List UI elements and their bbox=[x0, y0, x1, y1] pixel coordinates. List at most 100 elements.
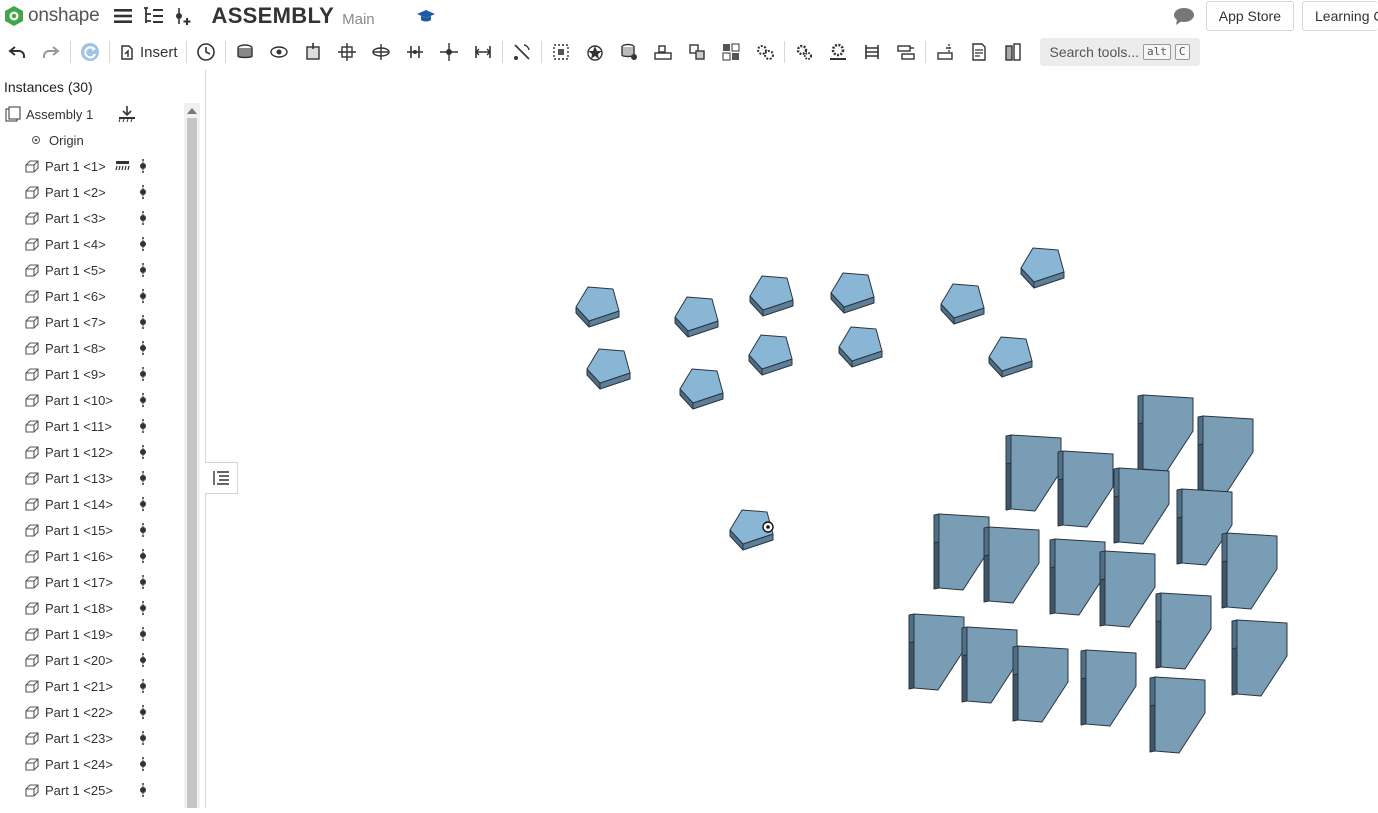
part-side-face[interactable] bbox=[1137, 422, 1144, 471]
mate-indicator-icon[interactable] bbox=[138, 470, 148, 486]
part-side-face[interactable] bbox=[1231, 619, 1238, 650]
part-face[interactable] bbox=[1062, 450, 1114, 528]
part-side-face[interactable] bbox=[908, 613, 915, 644]
part-side-face[interactable] bbox=[1012, 645, 1019, 676]
tree-item-part[interactable]: Part 1 <15> bbox=[24, 517, 208, 543]
mate-indicator-icon[interactable] bbox=[138, 574, 148, 590]
part-side-face[interactable] bbox=[1099, 550, 1106, 581]
linear-relation-icon[interactable] bbox=[889, 35, 923, 69]
part-side-face[interactable] bbox=[1149, 676, 1156, 707]
mate-indicator-icon[interactable] bbox=[138, 158, 148, 174]
scroll-up-arrow-icon[interactable] bbox=[186, 106, 198, 116]
tree-item-part[interactable]: Part 1 <17> bbox=[24, 569, 208, 595]
tree-item-part[interactable]: Part 1 <8> bbox=[24, 335, 208, 361]
tree-item-part[interactable]: Part 1 <3> bbox=[24, 205, 208, 231]
part-side-face[interactable] bbox=[1221, 532, 1228, 563]
part-side-face[interactable] bbox=[908, 641, 915, 690]
part-side-face[interactable] bbox=[1231, 647, 1238, 696]
part-face[interactable] bbox=[1154, 676, 1206, 754]
app-store-button[interactable]: App Store bbox=[1205, 1, 1294, 31]
graphics-viewport[interactable] bbox=[207, 70, 1378, 808]
document-branch[interactable]: Main bbox=[342, 11, 375, 28]
tree-item-part[interactable]: Part 1 <14> bbox=[24, 491, 208, 517]
mate-indicator-icon[interactable] bbox=[138, 210, 148, 226]
part-face[interactable] bbox=[1054, 538, 1106, 616]
mate-indicator-icon[interactable] bbox=[138, 236, 148, 252]
learning-cap-icon[interactable] bbox=[415, 5, 437, 27]
tree-item-part[interactable]: Part 1 <1> bbox=[24, 153, 208, 179]
part-face[interactable] bbox=[1236, 619, 1288, 697]
tree-item-part[interactable]: Part 1 <25> bbox=[24, 777, 208, 803]
tree-item-part[interactable]: Part 1 <18> bbox=[24, 595, 208, 621]
part-face[interactable] bbox=[938, 513, 990, 591]
part-face[interactable] bbox=[988, 526, 1040, 604]
part-side-face[interactable] bbox=[1113, 467, 1120, 498]
insert-into-assembly-icon[interactable] bbox=[118, 105, 136, 123]
circular-pattern-icon[interactable] bbox=[680, 35, 714, 69]
part-side-face[interactable] bbox=[961, 654, 968, 703]
mate-indicator-icon[interactable] bbox=[138, 522, 148, 538]
slider-mate-icon[interactable] bbox=[296, 35, 330, 69]
gear-relation-icon[interactable] bbox=[748, 35, 782, 69]
tree-item-part[interactable]: Part 1 <9> bbox=[24, 361, 208, 387]
mate-indicator-icon[interactable] bbox=[138, 600, 148, 616]
redo-icon[interactable] bbox=[34, 35, 68, 69]
mate-indicator-icon[interactable] bbox=[138, 782, 148, 798]
tree-item-part[interactable]: Part 1 <7> bbox=[24, 309, 208, 335]
cylindrical-mate-icon[interactable] bbox=[364, 35, 398, 69]
part-side-face[interactable] bbox=[933, 513, 940, 544]
part-face[interactable] bbox=[1104, 550, 1156, 628]
explode-view-icon[interactable] bbox=[714, 35, 748, 69]
mate-indicator-icon[interactable] bbox=[138, 652, 148, 668]
tree-item-part[interactable]: Part 1 <21> bbox=[24, 673, 208, 699]
mate-connector-icon[interactable] bbox=[578, 35, 612, 69]
mate-indicator-icon[interactable] bbox=[138, 626, 148, 642]
part-side-face[interactable] bbox=[1057, 450, 1064, 481]
part-face[interactable] bbox=[1202, 415, 1254, 493]
group-icon[interactable] bbox=[544, 35, 578, 69]
tree-item-part[interactable]: Part 1 <24> bbox=[24, 751, 208, 777]
parallel-mate-icon[interactable] bbox=[466, 35, 500, 69]
tree-item-part[interactable]: Part 1 <22> bbox=[24, 699, 208, 725]
search-tools-input[interactable]: Search tools... alt C bbox=[1039, 38, 1200, 66]
part-side-face[interactable] bbox=[1176, 488, 1183, 519]
onshape-logo[interactable]: onshape bbox=[4, 5, 100, 27]
tree-item-part[interactable]: Part 1 <2> bbox=[24, 179, 208, 205]
part-face[interactable] bbox=[966, 626, 1018, 704]
mate-indicator-icon[interactable] bbox=[138, 392, 148, 408]
chat-icon[interactable] bbox=[1172, 4, 1196, 28]
part-face[interactable] bbox=[1160, 592, 1212, 670]
mate-indicator-icon[interactable] bbox=[138, 548, 148, 564]
assembly-scene[interactable] bbox=[207, 70, 1378, 808]
tree-item-part[interactable]: Part 1 <19> bbox=[24, 621, 208, 647]
part-side-face[interactable] bbox=[1149, 704, 1156, 753]
tree-item-part[interactable]: Part 1 <10> bbox=[24, 387, 208, 413]
tree-item-part[interactable]: Part 1 <23> bbox=[24, 725, 208, 751]
screw-relation-icon[interactable] bbox=[855, 35, 889, 69]
part-face[interactable] bbox=[1085, 649, 1137, 727]
part-side-face[interactable] bbox=[983, 554, 990, 603]
mate-indicator-icon[interactable] bbox=[138, 366, 148, 382]
tree-item-part[interactable]: Part 1 <4> bbox=[24, 231, 208, 257]
tree-item-part[interactable]: Part 1 <13> bbox=[24, 465, 208, 491]
part-side-face[interactable] bbox=[1197, 415, 1204, 446]
tree-item-part[interactable]: Part 1 <20> bbox=[24, 647, 208, 673]
part-side-face[interactable] bbox=[983, 526, 990, 557]
tree-item-assembly[interactable]: Assembly 1 bbox=[5, 101, 189, 127]
variable-icon[interactable] bbox=[172, 5, 194, 27]
part-side-face[interactable] bbox=[961, 626, 968, 657]
menu-icon[interactable] bbox=[112, 5, 134, 27]
part-face[interactable] bbox=[1226, 532, 1278, 610]
part-side-face[interactable] bbox=[1137, 394, 1144, 425]
mate-indicator-icon[interactable] bbox=[138, 730, 148, 746]
ball-mate-icon[interactable] bbox=[432, 35, 466, 69]
part-side-face[interactable] bbox=[1176, 516, 1183, 565]
mate-indicator-icon[interactable] bbox=[138, 418, 148, 434]
rack-pinion-icon[interactable] bbox=[821, 35, 855, 69]
mate-indicator-icon[interactable] bbox=[138, 288, 148, 304]
tree-item-part[interactable]: Part 1 <11> bbox=[24, 413, 208, 439]
replicate-icon[interactable] bbox=[612, 35, 646, 69]
mate-indicator-icon[interactable] bbox=[138, 340, 148, 356]
part-side-face[interactable] bbox=[1113, 495, 1120, 544]
insert-button[interactable]: Insert bbox=[112, 35, 184, 69]
